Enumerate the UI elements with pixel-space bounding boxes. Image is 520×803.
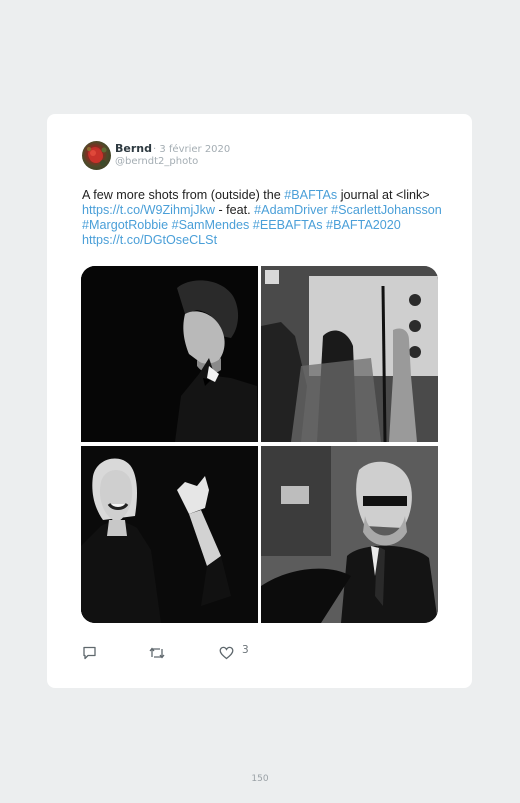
text-segment: A few more shots from (outside) the (82, 188, 285, 202)
author-name[interactable]: Bernd (115, 142, 152, 155)
tweet-card: Bernd · 3 février 2020 @berndt2_photo A … (47, 114, 472, 688)
photo-margot-robbie[interactable] (81, 446, 258, 623)
photo-grid (81, 266, 438, 623)
text-segment: journal at <link> (337, 188, 430, 202)
reply-icon[interactable] (82, 645, 97, 664)
retweet-icon[interactable] (149, 645, 165, 664)
photo-sam-mendes[interactable] (261, 446, 438, 623)
photo-adam-driver[interactable] (81, 266, 258, 442)
url-link[interactable]: https://t.co/W9ZihmjJkw (82, 203, 215, 217)
text-segment: - feat. (214, 203, 255, 217)
heart-icon[interactable] (219, 645, 234, 664)
author-handle[interactable]: @berndt2_photo (115, 156, 198, 167)
tweet-text: A few more shots from (outside) the #BAF… (82, 188, 442, 248)
hashtag-link[interactable]: #BAFTAs (284, 188, 337, 202)
like-count: 3 (242, 644, 249, 656)
photo-red-carpet[interactable] (261, 266, 438, 442)
page-number: 150 (251, 774, 269, 784)
tweet-date[interactable]: · 3 février 2020 (153, 144, 230, 155)
avatar[interactable] (82, 141, 111, 170)
